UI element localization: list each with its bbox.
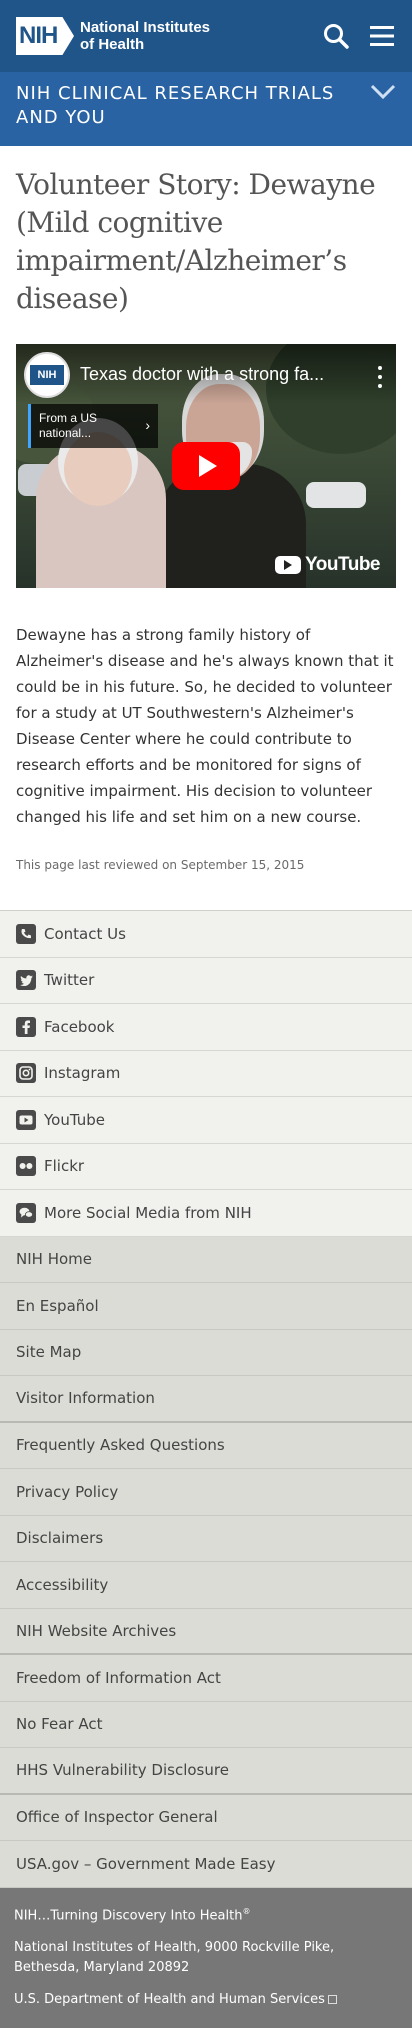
last-reviewed: This page last reviewed on September 15,…: [16, 858, 305, 872]
video-player[interactable]: NIH Texas doctor with a strong fa... Fro…: [16, 344, 396, 588]
channel-logo: NIH: [30, 365, 64, 385]
nih-logo[interactable]: NIH National Institutes of Health: [16, 17, 210, 55]
social-item-label: More Social Media from NIH: [44, 1203, 252, 1222]
logo-line-1: National Institutes: [80, 19, 211, 36]
footer-link-disclaimers[interactable]: Disclaimers: [0, 1515, 412, 1562]
page-title: Volunteer Story: Dewayne (Mild cognitive…: [16, 168, 376, 315]
footer-link-usa-gov[interactable]: USA.gov – Government Made Easy: [0, 1841, 412, 1888]
more-options-icon[interactable]: [376, 366, 384, 388]
footer-link-faq[interactable]: Frequently Asked Questions: [0, 1422, 412, 1469]
twitter-icon: [16, 970, 36, 991]
facebook-icon: [16, 1016, 36, 1037]
social-item-youtube[interactable]: YouTube: [0, 1097, 412, 1144]
footer-address: National Institutes of Health, 9000 Rock…: [14, 1939, 335, 1975]
social-item-flickr[interactable]: Flickr: [0, 1143, 412, 1190]
social-item-twitter[interactable]: Twitter: [0, 957, 412, 1004]
social-item-label: YouTube: [44, 1110, 105, 1129]
footer-hhs[interactable]: U.S. Department of Health and Human Serv…: [14, 1990, 398, 2010]
story-text: Dewayne has a strong family history of A…: [16, 626, 394, 826]
youtube-brand-text: YouTube: [305, 554, 380, 575]
social-item-contact-us[interactable]: Contact Us: [0, 911, 412, 958]
channel-avatar[interactable]: NIH: [24, 352, 70, 398]
social-item-label: Contact Us: [44, 924, 126, 943]
chat-bubbles-icon: [16, 1202, 36, 1223]
footer-tagline: NIH…Turning Discovery Into Health®: [14, 1902, 398, 1926]
nih-logo-text: National Institutes of Health: [80, 19, 210, 53]
social-item-label: Instagram: [44, 1064, 121, 1083]
footer-link-privacy-policy[interactable]: Privacy Policy: [0, 1469, 412, 1516]
chevron-down-icon[interactable]: [370, 84, 396, 106]
nih-logo-badge: NIH: [16, 17, 74, 55]
logo-line-2: of Health: [80, 36, 145, 53]
social-item-more-social-media[interactable]: More Social Media from NIH: [0, 1190, 412, 1237]
footer-hhs-link[interactable]: U.S. Department of Health and Human Serv…: [14, 1992, 325, 2007]
footer-link-site-map[interactable]: Site Map: [0, 1329, 412, 1376]
site-header: NIH National Institutes of Health: [0, 0, 412, 72]
footer-link-accessibility[interactable]: Accessibility: [0, 1562, 412, 1609]
footer-link-hhs-vulnerability-disclosure[interactable]: HHS Vulnerability Disclosure: [0, 1748, 412, 1795]
social-item-instagram[interactable]: Instagram: [0, 1050, 412, 1097]
flickr-icon: [16, 1156, 36, 1177]
search-icon[interactable]: [322, 22, 350, 50]
social-item-label: Facebook: [44, 1017, 115, 1036]
youtube-play-icon: [275, 556, 302, 574]
section-banner[interactable]: NIH CLINICAL RESEARCH TRIALS AND YOU: [0, 72, 412, 146]
footer-link-nih-home[interactable]: NIH Home: [0, 1236, 412, 1283]
social-item-facebook[interactable]: Facebook: [0, 1004, 412, 1051]
social-item-label: Flickr: [44, 1157, 85, 1176]
video-background-car-2: [306, 482, 366, 508]
footer-link-foia[interactable]: Freedom of Information Act: [0, 1655, 412, 1702]
hamburger-menu-icon[interactable]: [368, 22, 396, 50]
footer-link-en-espanol[interactable]: En Español: [0, 1283, 412, 1330]
youtube-icon: [16, 1109, 36, 1130]
main-content: Volunteer Story: Dewayne (Mild cognitive…: [0, 146, 412, 910]
footer-links: NIH Home En Español Site Map Visitor Inf…: [0, 1236, 412, 1888]
chevron-right-icon: ›: [145, 417, 150, 433]
external-link-icon: [327, 1994, 337, 2004]
video-title[interactable]: Texas doctor with a strong fa...: [80, 364, 350, 385]
play-button[interactable]: [172, 442, 240, 490]
play-icon: [199, 455, 217, 477]
site-footer: NIH…Turning Discovery Into Health® Natio…: [0, 1887, 412, 2028]
phone-icon: [16, 923, 36, 944]
footer-tagline-text: NIH…Turning Discovery Into Health: [14, 1907, 243, 1923]
instagram-icon: [16, 1063, 36, 1084]
info-panel-text: From a US national...: [39, 411, 98, 440]
registered-mark: ®: [242, 1906, 251, 1916]
social-item-label: Twitter: [44, 971, 95, 990]
youtube-logo[interactable]: YouTube: [275, 554, 380, 576]
footer-link-no-fear-act[interactable]: No Fear Act: [0, 1701, 412, 1748]
footer-link-office-of-inspector-general[interactable]: Office of Inspector General: [0, 1794, 412, 1841]
section-title: NIH CLINICAL RESEARCH TRIALS AND YOU: [16, 83, 335, 128]
header-actions: [322, 22, 396, 50]
info-panel[interactable]: From a US national... ›: [28, 404, 158, 448]
footer-link-visitor-information[interactable]: Visitor Information: [0, 1376, 412, 1423]
social-links: Contact Us Twitter Facebook Instagram Yo…: [0, 910, 412, 1237]
footer-link-nih-website-archives[interactable]: NIH Website Archives: [0, 1608, 412, 1655]
